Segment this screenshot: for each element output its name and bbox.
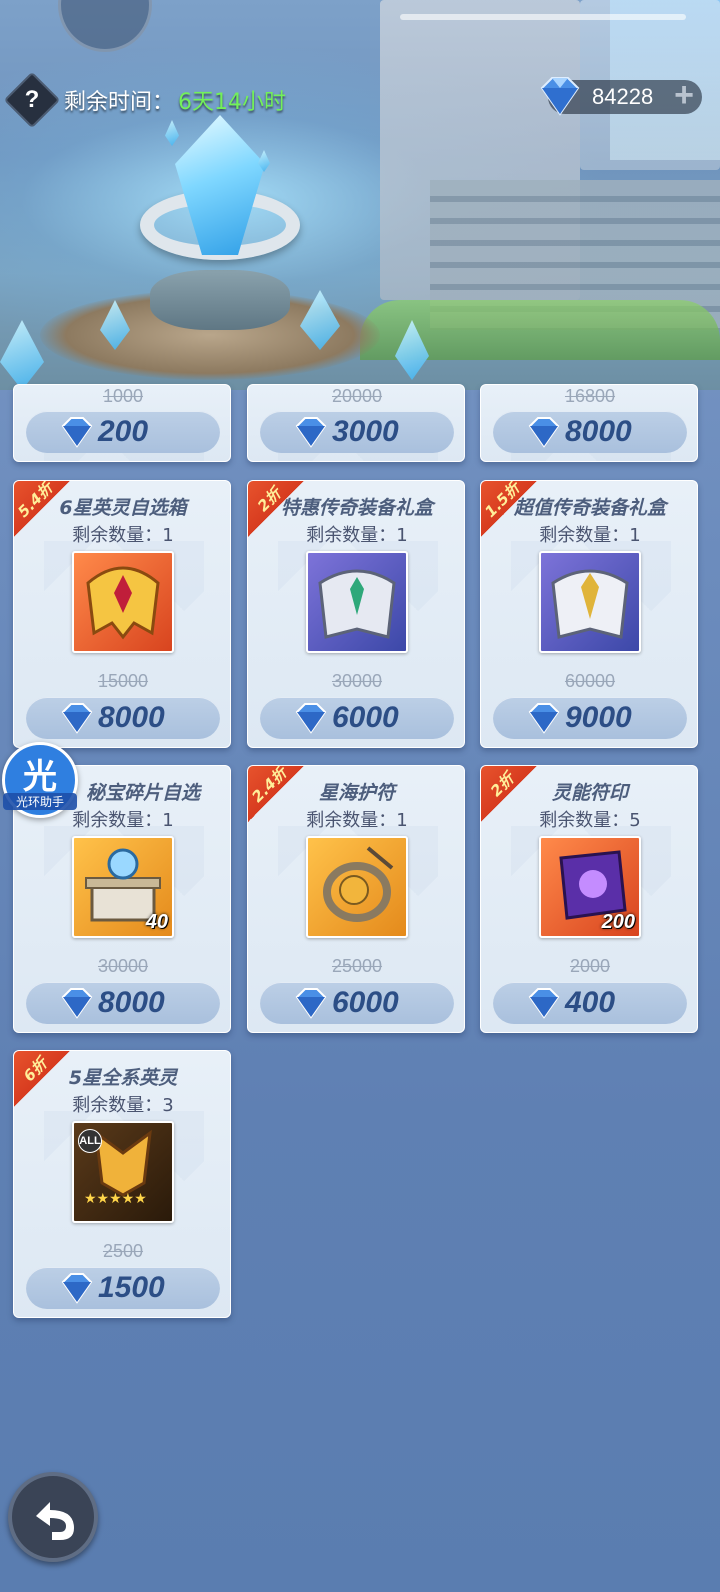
original-price: 25000 [331, 956, 383, 976]
original-price: 30000 [97, 956, 149, 976]
shop-item-card[interactable]: 2折 特惠传奇装备礼盒 剩余数量：1 30000 6000 [247, 480, 465, 748]
diamond-icon [528, 988, 560, 1019]
diamond-icon [61, 988, 93, 1019]
item-quantity: 200 [601, 911, 635, 933]
shop-item-card[interactable]: 2折 灵能符印 剩余数量：5 200 2000 400 [480, 765, 698, 1033]
item-stock: 剩余数量：3 [72, 1095, 174, 1116]
item-name: 星海护符 [318, 782, 395, 804]
assistant-label: 光环助手 [3, 793, 77, 810]
original-price: 30000 [331, 671, 383, 691]
shop-grid: 1000 200 20000 3000 16800 8000 5.4折 6星英灵… [0, 384, 720, 1390]
shop-item-card[interactable]: 20000 3000 [247, 384, 465, 462]
buy-button[interactable]: 200 [26, 411, 220, 453]
original-price: 15000 [97, 671, 149, 691]
add-currency-button[interactable]: + [668, 78, 700, 114]
svg-text:★★★★★: ★★★★★ [84, 1191, 147, 1207]
item-name: 6星英灵自选箱 [59, 497, 187, 519]
item-stock: 剩余数量：1 [306, 810, 408, 831]
original-price: 16800 [564, 386, 616, 406]
item-name: 灵能符印 [551, 782, 628, 804]
original-price: 1000 [102, 386, 144, 406]
remaining-time-value: 6天14小时 [178, 90, 286, 115]
banner-shard [0, 320, 44, 390]
all-badge: ALL [78, 1129, 102, 1153]
amulet-icon[interactable] [306, 836, 408, 938]
gold-silver-armor-icon[interactable] [539, 551, 641, 653]
item-quantity: 40 [145, 911, 168, 933]
shop-item-card[interactable]: 1000 200 [13, 384, 231, 462]
help-icon: ? [24, 86, 40, 113]
original-price: 2500 [102, 1241, 144, 1261]
drag-handle [400, 14, 686, 20]
shop-item-card[interactable]: 6折 5星全系英灵 剩余数量：3 ★★★★★ ALL 2500 1500 [13, 1050, 231, 1318]
buy-button[interactable]: 3000 [260, 411, 454, 453]
price-value: 9000 [565, 701, 632, 734]
golden-helmet-icon[interactable] [72, 551, 174, 653]
assistant-glyph: 光 [23, 757, 57, 797]
price-value: 6000 [332, 986, 399, 1019]
shop-banner [0, 0, 720, 390]
shop-item-card[interactable]: 16800 8000 [480, 384, 698, 462]
diamond-icon [528, 417, 560, 448]
back-arrow-icon [36, 1502, 74, 1540]
buy-button[interactable]: 400 [493, 982, 687, 1024]
original-price: 2000 [569, 956, 611, 976]
item-name: 5星全系英灵 [68, 1067, 178, 1089]
assistant-floating-button[interactable]: 光 光环助手 [2, 742, 78, 818]
price-value: 1500 [98, 1271, 165, 1304]
item-stock: 剩余数量：1 [539, 525, 641, 546]
diamond-icon [528, 703, 560, 734]
diamond-icon [295, 417, 327, 448]
treasure-box-icon[interactable]: 40 [72, 836, 174, 938]
shop-item-card[interactable]: 1.5折 超值传奇装备礼盒 剩余数量：1 60000 9000 [480, 480, 698, 748]
price-value: 200 [98, 415, 149, 448]
price-value: 400 [565, 986, 616, 1019]
shop-item-card[interactable]: 2.4折 星海护符 剩余数量：1 25000 6000 [247, 765, 465, 1033]
back-button[interactable] [8, 1472, 98, 1562]
buy-button[interactable]: 9000 [493, 697, 687, 739]
original-price: 60000 [564, 671, 616, 691]
banner-shard [165, 120, 179, 146]
item-stock: 剩余数量：1 [306, 525, 408, 546]
price-value: 8000 [98, 986, 165, 1019]
price-value: 3000 [332, 415, 399, 448]
remaining-time-label: 剩余时间： [64, 90, 175, 115]
price-value: 8000 [98, 701, 165, 734]
item-name: 特惠传奇装备礼盒 [280, 497, 433, 519]
silver-armor-icon[interactable] [306, 551, 408, 653]
buy-button[interactable]: 6000 [260, 982, 454, 1024]
original-price: 20000 [331, 386, 383, 406]
item-stock: 剩余数量：5 [539, 810, 641, 831]
purple-crystal-icon[interactable]: 200 [539, 836, 641, 938]
five-star-mask-icon[interactable]: ★★★★★ ALL [72, 1121, 174, 1223]
item-stock: 剩余数量：1 [72, 525, 174, 546]
item-name: 超值传奇装备礼盒 [513, 497, 666, 519]
diamond-icon [61, 1273, 93, 1304]
buy-button[interactable]: 8000 [493, 411, 687, 453]
buy-button[interactable]: 8000 [26, 982, 220, 1024]
price-value: 8000 [565, 415, 632, 448]
diamond-icon [295, 988, 327, 1019]
price-value: 6000 [332, 701, 399, 734]
diamond-icon [540, 77, 580, 116]
buy-button[interactable]: 6000 [260, 697, 454, 739]
diamond-icon [61, 703, 93, 734]
diamond-icon [61, 417, 93, 448]
buy-button[interactable]: 8000 [26, 697, 220, 739]
diamond-icon [295, 703, 327, 734]
currency-value: 84228 [592, 84, 654, 109]
buy-button[interactable]: 1500 [26, 1267, 220, 1309]
banner-altar [150, 270, 290, 330]
shop-item-card[interactable]: 5.4折 6星英灵自选箱 剩余数量：1 15000 8000 [13, 480, 231, 748]
